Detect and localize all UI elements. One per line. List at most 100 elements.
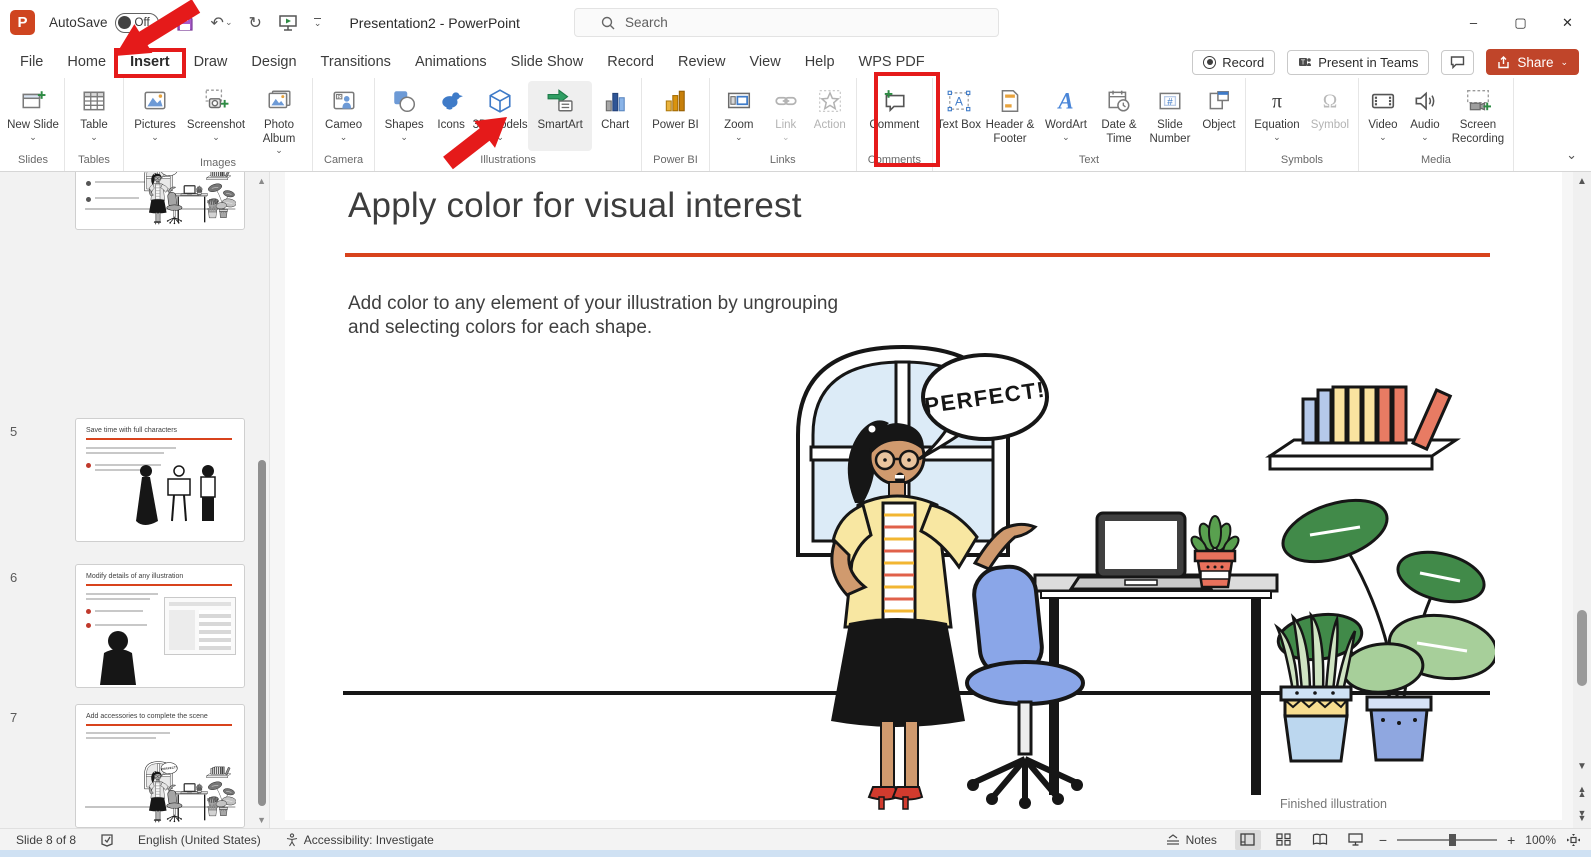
dropdown-chevron-icon: ⌄ bbox=[1421, 131, 1429, 142]
save-icon[interactable] bbox=[175, 13, 195, 33]
ribbon-button-table[interactable]: Table ⌄ bbox=[68, 81, 120, 151]
slide-thumbnail-7[interactable]: Add accessories to complete the scene bbox=[75, 704, 245, 828]
ribbon-button-shapes[interactable]: Shapes ⌄ bbox=[378, 81, 430, 151]
tab-insert[interactable]: Insert bbox=[114, 45, 186, 78]
slide-thumbnail-4[interactable] bbox=[75, 172, 245, 230]
ribbon-button-new-slide[interactable]: New Slide ⌄ bbox=[5, 81, 61, 151]
slide-number-icon: # bbox=[1156, 86, 1184, 116]
ribbon-button-icons[interactable]: Icons bbox=[430, 81, 472, 151]
ribbon-button-zoom[interactable]: Zoom ⌄ bbox=[713, 81, 765, 151]
normal-view-button[interactable] bbox=[1234, 829, 1261, 850]
comment-bubble-icon bbox=[1451, 56, 1465, 69]
tab-record[interactable]: Record bbox=[595, 45, 666, 78]
spellcheck-icon[interactable] bbox=[92, 833, 122, 847]
undo-button[interactable]: ↶ ⌄ bbox=[211, 13, 233, 33]
ribbon-button-chart[interactable]: Chart bbox=[592, 81, 638, 151]
tab-animations[interactable]: Animations bbox=[403, 45, 499, 78]
tab-file[interactable]: File bbox=[8, 45, 55, 78]
ribbon-button-photo-album[interactable]: Photo Album ⌄ bbox=[249, 81, 309, 155]
title-bar: P AutoSave Off ↶ ⌄ ↻ ⌄ Presentation2 - Po… bbox=[0, 0, 1591, 45]
svg-text:A: A bbox=[1056, 89, 1073, 114]
next-slide-button[interactable]: ▼ ▼ bbox=[1573, 808, 1591, 823]
fit-slide-to-window-button[interactable] bbox=[1566, 833, 1581, 847]
ribbon-button-cameo[interactable]: P Cameo ⌄ bbox=[318, 81, 370, 151]
slide-sorter-view-button[interactable] bbox=[1271, 830, 1297, 850]
ribbon-button-date-time[interactable]: Date & Time bbox=[1094, 81, 1144, 151]
slide-thumbnail-6[interactable]: Modify details of any illustration bbox=[75, 564, 245, 688]
close-button[interactable]: ✕ bbox=[1544, 0, 1591, 45]
slide-show-button[interactable] bbox=[1343, 830, 1369, 850]
ribbon-button-header-footer[interactable]: Header & Footer bbox=[982, 81, 1038, 151]
slide-editing-area: Apply color for visual interest Add colo… bbox=[270, 172, 1591, 828]
ribbon-button-power-bi[interactable]: Power BI bbox=[650, 81, 700, 151]
scroll-down-icon[interactable]: ▼ bbox=[1573, 761, 1591, 772]
teams-icon: T bbox=[1299, 58, 1312, 67]
zoom-out-button[interactable]: − bbox=[1379, 832, 1387, 848]
ribbon-button-screen-recording[interactable]: Screen Recording bbox=[1446, 81, 1510, 151]
equation-icon: π bbox=[1263, 86, 1291, 116]
illustration-caption: Finished illustration bbox=[1280, 797, 1387, 811]
tab-home[interactable]: Home bbox=[55, 45, 118, 78]
ribbon-button-equation[interactable]: π Equation ⌄ bbox=[1249, 81, 1305, 151]
reading-view-button[interactable] bbox=[1307, 830, 1333, 850]
ribbon-button-wordart[interactable]: A WordArt ⌄ bbox=[1038, 81, 1094, 151]
maximize-button[interactable]: ▢ bbox=[1497, 0, 1544, 45]
slide-thumbnail-panel: 5 Save time with full characters 6 Modif… bbox=[0, 172, 270, 828]
symbol-icon: Ω bbox=[1316, 86, 1344, 116]
present-in-teams-button[interactable]: T Present in Teams bbox=[1287, 49, 1430, 75]
ribbon-button-smartart[interactable]: SmartArt bbox=[528, 81, 593, 151]
tab-review[interactable]: Review bbox=[666, 45, 738, 78]
ribbon-button-audio[interactable]: Audio ⌄ bbox=[1404, 81, 1446, 151]
minimize-button[interactable]: – bbox=[1450, 0, 1497, 45]
accessibility-status[interactable]: Accessibility: Investigate bbox=[277, 833, 442, 847]
redo-button[interactable]: ↻ bbox=[249, 13, 262, 33]
thumbnail-scroll-up-icon[interactable]: ▲ bbox=[257, 176, 266, 186]
search-input[interactable]: Search bbox=[574, 8, 999, 37]
collapse-ribbon-chevron-icon[interactable]: ⌄ bbox=[1566, 147, 1577, 163]
zoom-level[interactable]: 100% bbox=[1525, 833, 1556, 847]
thumbnail-scrollbar-thumb[interactable] bbox=[258, 460, 266, 806]
ribbon-group-slides: New Slide ⌄ Slides bbox=[2, 78, 65, 171]
notes-button[interactable]: Notes bbox=[1157, 833, 1225, 847]
dropdown-chevron-icon: ⌄ bbox=[339, 131, 348, 142]
ribbon-button-symbol[interactable]: Ω Symbol bbox=[1305, 81, 1355, 151]
thumbnail-scroll-down-icon[interactable]: ▼ bbox=[257, 815, 266, 825]
ribbon-button-video[interactable]: Video ⌄ bbox=[1362, 81, 1404, 151]
tab-view[interactable]: View bbox=[738, 45, 793, 78]
previous-slide-button[interactable]: ▲ ▲ bbox=[1573, 784, 1591, 799]
start-slideshow-button[interactable] bbox=[278, 14, 298, 32]
tab-design[interactable]: Design bbox=[239, 45, 308, 78]
ribbon-button-object[interactable]: Object bbox=[1196, 81, 1242, 151]
slide-title[interactable]: Apply color for visual interest bbox=[348, 186, 802, 226]
tab-draw[interactable]: Draw bbox=[182, 45, 240, 78]
slide-body-text[interactable]: Add color to any element of your illustr… bbox=[348, 292, 838, 340]
tab-transitions[interactable]: Transitions bbox=[309, 45, 403, 78]
ribbon-button-action[interactable]: Action bbox=[807, 81, 853, 151]
scroll-up-icon[interactable]: ▲ bbox=[1573, 176, 1591, 187]
scrollbar-thumb[interactable] bbox=[1577, 610, 1587, 686]
ribbon-button-3d-models[interactable]: 3D Models ⌄ bbox=[472, 81, 528, 151]
slide-indicator[interactable]: Slide 8 of 8 bbox=[8, 833, 84, 847]
ribbon-button-screenshot[interactable]: Screenshot ⌄ bbox=[183, 81, 249, 154]
language-status[interactable]: English (United States) bbox=[130, 833, 269, 847]
tab-help[interactable]: Help bbox=[793, 45, 847, 78]
screenshot-icon bbox=[202, 86, 230, 116]
slide-canvas[interactable]: Apply color for visual interest Add colo… bbox=[285, 172, 1562, 820]
zoom-in-button[interactable]: + bbox=[1507, 832, 1515, 848]
share-button[interactable]: Share ⌄ bbox=[1486, 49, 1579, 75]
ribbon-button-slide-number[interactable]: # Slide Number bbox=[1144, 81, 1196, 151]
ribbon-button-pictures[interactable]: Pictures ⌄ bbox=[127, 81, 183, 154]
vertical-scrollbar[interactable]: ▲ ▼ ▲ ▲ ▼ ▼ bbox=[1573, 172, 1591, 828]
autosave-toggle[interactable]: Off bbox=[114, 12, 159, 33]
zoom-slider-thumb[interactable] bbox=[1449, 833, 1457, 846]
slide-thumbnail-5[interactable]: Save time with full characters bbox=[75, 418, 245, 542]
slide-illustration[interactable] bbox=[335, 335, 1495, 815]
ribbon-button-text-box[interactable]: A Text Box bbox=[936, 81, 982, 151]
tab-slide-show[interactable]: Slide Show bbox=[499, 45, 596, 78]
zoom-slider[interactable] bbox=[1397, 833, 1498, 846]
record-button[interactable]: Record bbox=[1192, 49, 1276, 75]
ribbon-button-link[interactable]: Link ⌄ bbox=[765, 81, 807, 151]
pictures-icon bbox=[141, 86, 169, 116]
comments-button[interactable] bbox=[1441, 49, 1475, 75]
customize-qat-button[interactable]: ⌄ bbox=[313, 17, 322, 28]
